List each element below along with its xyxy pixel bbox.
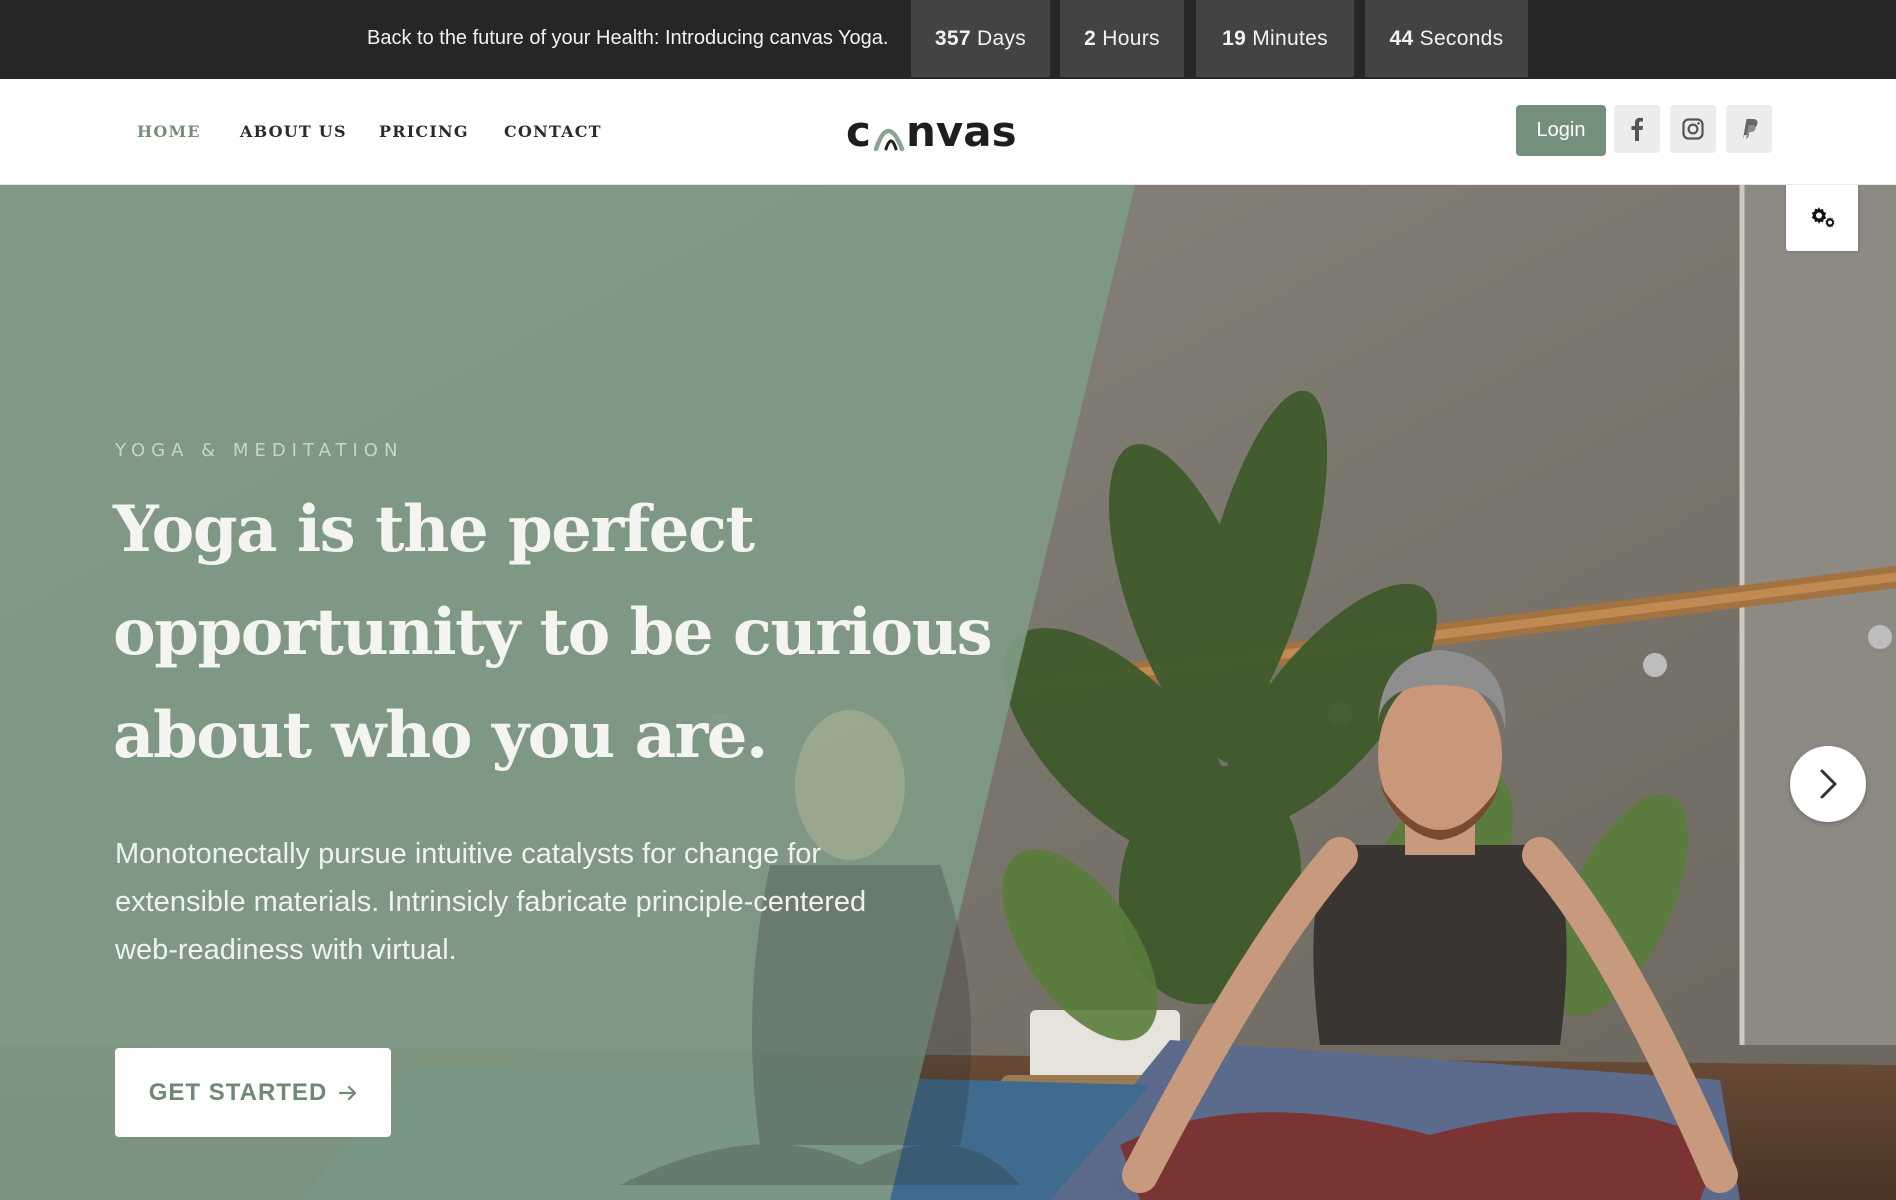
gears-icon <box>1811 207 1835 228</box>
nav-item-home[interactable]: HOME <box>137 122 201 141</box>
hero-eyebrow: YOGA & MEDITATION <box>115 440 404 461</box>
hero-headline: Yoga is the perfect opportunity to be cu… <box>113 478 1013 787</box>
announcement-bar: Back to the future of your Health: Intro… <box>0 0 1896 80</box>
countdown-hours: 2 Hours <box>1060 0 1184 77</box>
paypal-icon[interactable] <box>1726 105 1772 153</box>
countdown-seconds-value: 44 <box>1389 27 1414 50</box>
chevron-right-icon <box>1820 769 1837 799</box>
hero-lead-line-3: web-readiness with virtual. <box>115 934 457 966</box>
countdown-days-value: 357 <box>934 27 971 50</box>
countdown-days: 357 Days <box>911 0 1050 77</box>
countdown-minutes: 19 Minutes <box>1196 0 1354 77</box>
facebook-icon[interactable] <box>1614 105 1660 153</box>
svg-text:c: c <box>846 107 871 156</box>
canvas-logo[interactable]: c canvas nvas <box>846 107 1026 157</box>
site-header: HOME ABOUT US PRICING CONTACT c canvas n… <box>0 79 1896 185</box>
settings-button[interactable] <box>1786 185 1858 251</box>
nav-item-about-us[interactable]: ABOUT US <box>240 122 347 141</box>
announcement-message: Back to the future of your Health: Intro… <box>367 27 889 49</box>
hero-lead-line-2: extensible materials. Intrinsicly fabric… <box>115 886 867 918</box>
hero-lead-text: Monotonectally pursue intuitive catalyst… <box>115 830 935 974</box>
get-started-button[interactable]: GET STARTED <box>115 1048 391 1137</box>
hero-lead-line-1: Monotonectally pursue intuitive catalyst… <box>115 838 822 870</box>
arrow-right-icon <box>339 1085 357 1100</box>
login-button[interactable]: Login <box>1516 105 1606 156</box>
hero-headline-line-3: about who you are. <box>113 698 768 773</box>
instagram-icon[interactable] <box>1670 105 1716 153</box>
countdown-days-unit: Days <box>977 27 1027 50</box>
get-started-label: GET STARTED <box>148 1078 328 1106</box>
hero-headline-line-1: Yoga is the perfect <box>113 492 755 567</box>
countdown-seconds: 44 Seconds <box>1365 0 1528 77</box>
hero-section: YOGA & MEDITATION Yoga is the perfect op… <box>0 185 1896 1200</box>
nav-item-contact[interactable]: CONTACT <box>504 122 602 141</box>
countdown-minutes-unit: Minutes <box>1252 27 1328 50</box>
nav-item-pricing[interactable]: PRICING <box>379 122 469 141</box>
countdown-minutes-value: 19 <box>1222 27 1247 50</box>
countdown-hours-value: 2 <box>1084 27 1097 50</box>
hero-headline-line-2: opportunity to be curious <box>113 595 993 670</box>
countdown-hours-unit: Hours <box>1102 27 1160 50</box>
countdown-seconds-unit: Seconds <box>1419 27 1504 50</box>
svg-text:nvas: nvas <box>906 107 1017 156</box>
slider-next-button[interactable] <box>1790 746 1866 822</box>
